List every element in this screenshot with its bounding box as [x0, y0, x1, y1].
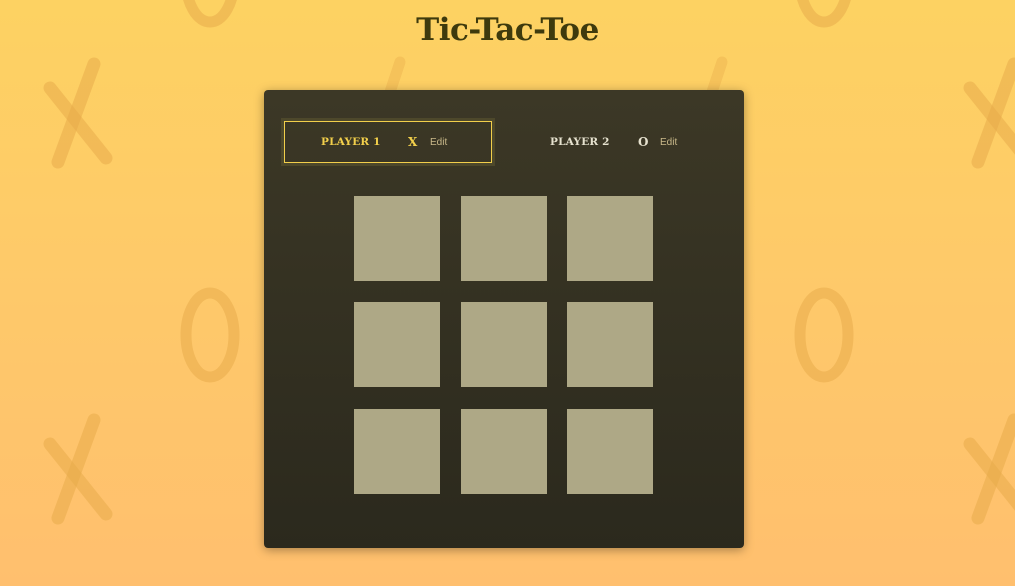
- board-cell-4[interactable]: [354, 302, 440, 387]
- players-list: PLAYER 1 X Edit PLAYER 2 O Edit: [281, 118, 724, 166]
- player-1-symbol: X: [408, 135, 418, 149]
- board-cell-5[interactable]: [461, 302, 547, 387]
- player-1-card: PLAYER 1 X Edit: [281, 118, 495, 166]
- player-1-name: PLAYER 1: [321, 136, 381, 148]
- board-cell-6[interactable]: [567, 302, 653, 387]
- player-1-edit-button[interactable]: Edit: [430, 137, 447, 148]
- game-container: PLAYER 1 X Edit PLAYER 2 O Edit: [264, 90, 744, 548]
- o-icon: [794, 287, 854, 383]
- board-cell-8[interactable]: [461, 409, 547, 494]
- x-icon: [43, 57, 113, 169]
- board-cell-9[interactable]: [567, 409, 653, 494]
- player-2-edit-button[interactable]: Edit: [660, 137, 677, 148]
- game-board: [354, 196, 654, 494]
- board-cell-2[interactable]: [461, 196, 547, 281]
- player-2-name: PLAYER 2: [550, 136, 610, 148]
- x-icon: [963, 413, 1015, 525]
- x-icon: [963, 57, 1015, 169]
- board-cell-3[interactable]: [567, 196, 653, 281]
- player-2-card: PLAYER 2 O Edit: [513, 121, 721, 163]
- board-cell-1[interactable]: [354, 196, 440, 281]
- board-cell-7[interactable]: [354, 409, 440, 494]
- player-2-symbol: O: [638, 135, 649, 149]
- page-title: Tic-Tac-Toe: [416, 12, 599, 48]
- x-icon: [43, 413, 113, 525]
- o-icon: [180, 287, 240, 383]
